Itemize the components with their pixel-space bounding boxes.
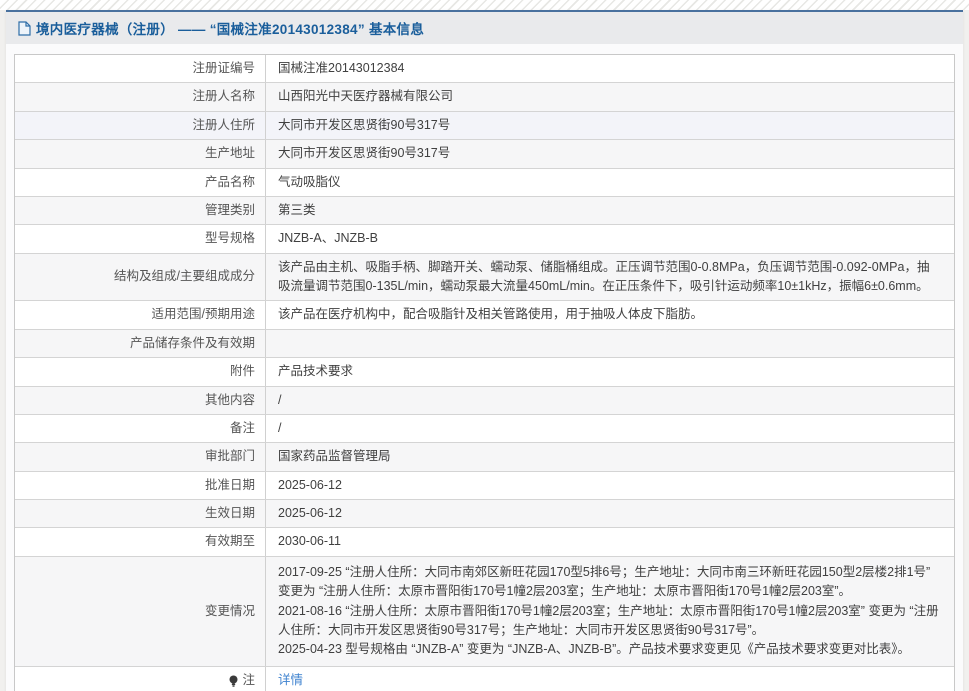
table-row-remarks: 备注 / [15,414,954,444]
table-row-approval-department: 审批部门 国家药品监督管理局 [15,443,954,472]
row-label: 产品名称 [15,168,266,196]
table-row-approval-date: 批准日期 2025-06-12 [15,471,954,500]
details-link[interactable]: 详情 [278,671,303,690]
row-label: 注册证编号 [15,55,266,83]
row-value: 产品技术要求 [278,364,354,379]
change-record: 2025-04-23 型号规格由 “JNZB-A” 变更为 “JNZB-A、JN… [278,642,910,657]
table-row-change-history: 变更情况 2017-09-25 “注册人住所：大同市南郊区新旺花园170型5排6… [15,556,954,667]
row-label: 型号规格 [15,225,266,253]
row-label: 适用范围/预期用途 [15,301,266,329]
row-value: 国家药品监督管理局 [278,449,391,464]
row-label: 管理类别 [15,196,266,225]
row-value: 大同市开发区思贤街90号317号 [278,146,451,161]
note-label: 注 [242,672,255,687]
lightbulb-icon [228,675,239,688]
row-value: 国械注准20143012384 [278,61,405,75]
row-value: / [278,420,282,435]
table-row-effective-date: 生效日期 2025-06-12 [15,500,954,529]
page-title: 境内医疗器械（注册） —— “国械注准20143012384” 基本信息 [36,22,425,37]
change-record: 2017-09-25 “注册人住所：大同市南郊区新旺花园170型5排6号；生产地… [278,564,931,599]
row-value: 2030-06-11 [278,534,342,549]
table-row-structure-composition: 结构及组成/主要组成成分 该产品由主机、吸脂手柄、脚踏开关、蠕动泵、储脂桶组成。… [15,253,954,302]
row-label: 附件 [15,358,266,386]
table-row-intended-use: 适用范围/预期用途 该产品在医疗机构中，配合吸脂针及相关管路使用，用于抽吸人体皮… [15,301,954,330]
row-label: 审批部门 [15,443,266,471]
row-value: / [278,392,282,407]
registration-info-table: 注册证编号 国械注准20143012384 注册人名称 山西阳光中天医疗器械有限… [14,54,955,691]
table-row-registration-number: 注册证编号 国械注准20143012384 [15,55,954,84]
row-value: 山西阳光中天医疗器械有限公司 [278,89,454,104]
table-row-management-class: 管理类别 第三类 [15,196,954,226]
row-value [266,330,954,357]
row-value: 气动吸脂仪 [278,174,341,189]
row-value: 大同市开发区思贤街90号317号 [278,117,451,132]
row-value: 第三类 [278,202,316,217]
table-row-expiry-date: 有效期至 2030-06-11 [15,528,954,557]
page-header: 境内医疗器械（注册） —— “国械注准20143012384” 基本信息 [6,10,963,44]
row-value: 2017-09-25 “注册人住所：大同市南郊区新旺花园170型5排6号；生产地… [266,557,954,666]
table-row-note: 注 详情 [15,666,954,691]
table-row-production-address: 生产地址 大同市开发区思贤街90号317号 [15,140,954,169]
row-value: 2025-06-12 [278,506,342,520]
table-row-attachment: 附件 产品技术要求 [15,358,954,387]
table-row-product-name: 产品名称 气动吸脂仪 [15,168,954,197]
table-row-model-spec: 型号规格 JNZB-A、JNZB-B [15,225,954,254]
row-label: 生效日期 [15,500,266,528]
row-label: 其他内容 [15,386,266,414]
change-record: 2021-08-16 “注册人住所：太原市晋阳街170号1幢2层203室；生产地… [278,603,939,637]
content-panel: 境内医疗器械（注册） —— “国械注准20143012384” 基本信息 注册证… [6,10,963,691]
row-value: JNZB-A、JNZB-B [278,231,379,246]
row-label: 变更情况 [15,556,266,666]
row-label: 结构及组成/主要组成成分 [15,253,266,301]
table-row-storage-validity: 产品储存条件及有效期 [15,329,954,359]
table-row-registrant-address: 注册人住所 大同市开发区思贤街90号317号 [15,111,954,141]
row-value: 2025-06-12 [278,477,342,492]
row-label: 产品储存条件及有效期 [15,329,266,358]
document-icon [18,20,31,36]
row-label: 生产地址 [15,140,266,168]
row-label: 批准日期 [15,471,266,499]
table-row-other-content: 其他内容 / [15,386,954,415]
row-value: 该产品由主机、吸脂手柄、脚踏开关、蠕动泵、储脂桶组成。正压调节范围0-0.8MP… [278,259,930,293]
row-label: 备注 [15,414,266,443]
row-label: 注 [15,666,266,691]
row-label: 注册人住所 [15,111,266,140]
row-value: 该产品在医疗机构中，配合吸脂针及相关管路使用，用于抽吸人体皮下脂肪。 [278,307,704,322]
row-label: 有效期至 [15,528,266,556]
row-value: 详情 [266,667,954,691]
table-row-registrant-name: 注册人名称 山西阳光中天医疗器械有限公司 [15,83,954,112]
page-background-stripes [0,0,969,10]
row-label: 注册人名称 [15,83,266,111]
